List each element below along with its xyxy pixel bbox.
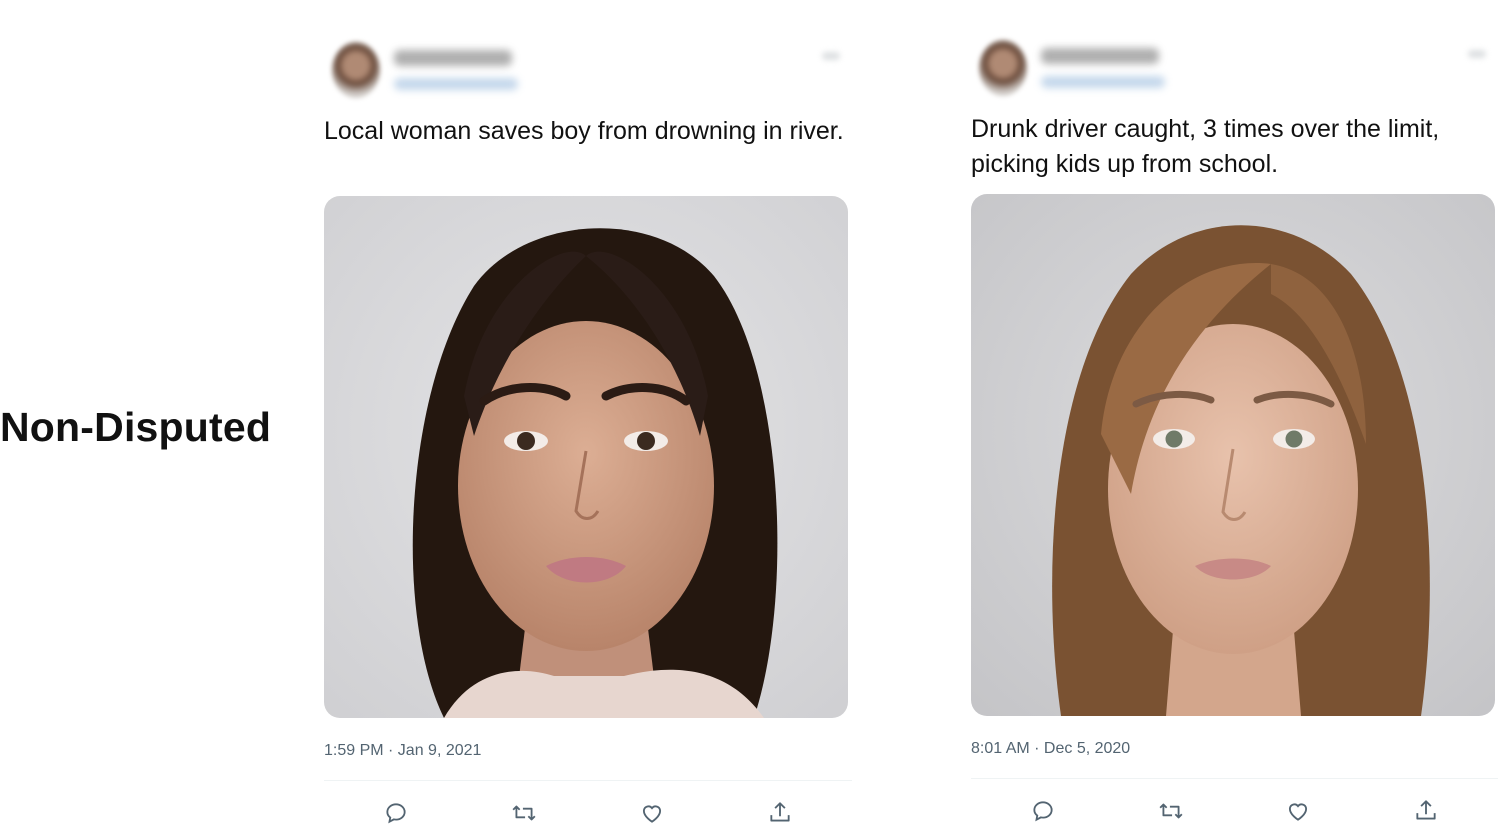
author-name-blurred[interactable]: [1041, 48, 1159, 64]
author-avatar[interactable]: [979, 40, 1027, 96]
author-avatar[interactable]: [332, 42, 380, 98]
author-handle-blurred[interactable]: [1041, 76, 1165, 88]
retweet-icon[interactable]: [1151, 791, 1191, 831]
tweet-actions: [971, 791, 1498, 831]
share-icon[interactable]: [760, 793, 800, 833]
tweet-text: Local woman saves boy from drowning in r…: [324, 117, 844, 145]
divider: [324, 780, 852, 781]
tweet-photo[interactable]: [971, 194, 1495, 716]
share-icon[interactable]: [1406, 791, 1446, 831]
author-name-blurred[interactable]: [394, 50, 512, 66]
more-options-icon[interactable]: [1468, 50, 1486, 58]
tweet-card[interactable]: Local woman saves boy from drowning in r…: [324, 38, 852, 833]
tweet-header: [971, 36, 1498, 104]
tweet-timestamp[interactable]: 8:01 AM · Dec 5, 2020: [971, 740, 1498, 760]
tweet-header: [324, 38, 852, 106]
retweet-icon[interactable]: [504, 793, 544, 833]
more-options-icon[interactable]: [822, 52, 840, 60]
tweet-card[interactable]: Drunk driver caught, 3 times over the li…: [971, 36, 1498, 831]
like-icon[interactable]: [1278, 791, 1318, 831]
tweet-timestamp[interactable]: 1:59 PM · Jan 9, 2021: [324, 742, 852, 762]
author-handle-blurred[interactable]: [394, 78, 518, 90]
condition-label: Non-Disputed: [0, 404, 272, 450]
reply-icon[interactable]: [1023, 791, 1063, 831]
like-icon[interactable]: [632, 793, 672, 833]
tweet-text: Drunk driver caught, 3 times over the li…: [971, 115, 1440, 178]
reply-icon[interactable]: [376, 793, 416, 833]
tweet-photo[interactable]: [324, 196, 848, 718]
tweet-actions: [324, 793, 852, 833]
divider: [971, 778, 1498, 779]
